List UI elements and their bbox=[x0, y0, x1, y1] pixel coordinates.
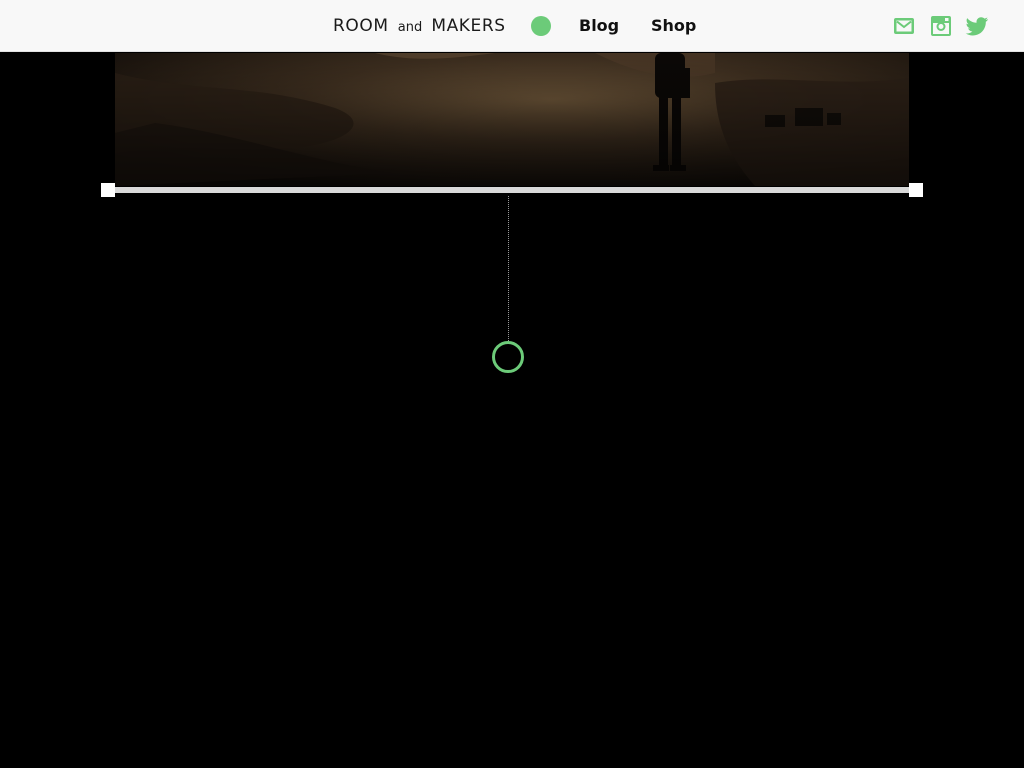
logo-word-and: and bbox=[397, 20, 423, 35]
site-logo[interactable]: ROOM and MAKERS bbox=[333, 14, 506, 38]
menu-dot-button[interactable] bbox=[531, 16, 551, 36]
hero-image bbox=[115, 53, 909, 186]
logo-word-room: ROOM bbox=[333, 16, 389, 36]
mail-icon[interactable] bbox=[892, 14, 916, 38]
site-header: ROOM and MAKERS Blog Shop bbox=[0, 0, 1024, 52]
timeline-left-handle[interactable] bbox=[101, 183, 115, 197]
timeline-track bbox=[108, 187, 916, 193]
instagram-icon[interactable] bbox=[929, 14, 953, 38]
twitter-icon[interactable] bbox=[964, 14, 989, 38]
nav-blog-link[interactable]: Blog bbox=[579, 14, 619, 38]
dotted-connector-line bbox=[508, 196, 509, 341]
timeline-right-handle[interactable] bbox=[909, 183, 923, 197]
nav-shop-link[interactable]: Shop bbox=[651, 14, 696, 38]
timeline-marker-ring[interactable] bbox=[492, 341, 524, 373]
logo-word-makers: MAKERS bbox=[431, 16, 506, 36]
